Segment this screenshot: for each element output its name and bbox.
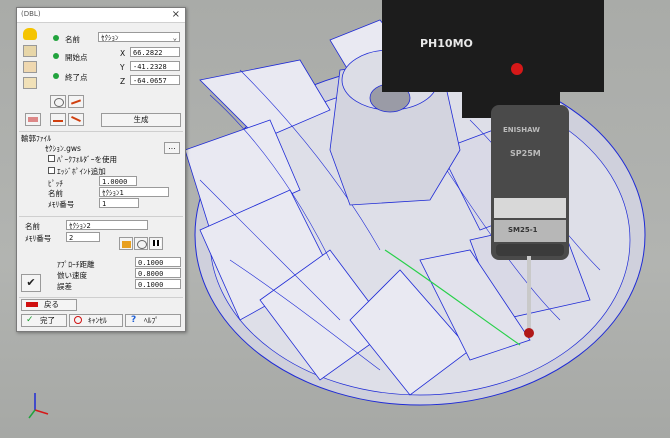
person-icon[interactable] [23,45,37,57]
divider [19,297,183,298]
back-arrow-icon [26,302,38,307]
dialog-title: (DBL) [21,10,41,18]
arc-tool-icon[interactable] [68,113,84,126]
memory-number-field[interactable]: 1 [99,198,139,208]
approach-distance-field[interactable]: 0.1000 [135,257,181,267]
name-status-icon [53,35,59,41]
circle-tool-icon[interactable] [50,95,66,108]
name2-field[interactable]: ｾｸｼｮﾝ2 [66,220,148,230]
generate-button[interactable]: 生成 [101,113,181,127]
probe-head-label: PH10MO [420,37,473,50]
cancel-button[interactable]: ｷｬﾝｾﾙ [69,314,123,327]
section-name-label: 名前 [48,189,63,198]
close-icon[interactable]: × [172,9,180,20]
name-select-value: ｾｸｼｮﾝ [101,34,119,42]
y-label: Y [120,63,125,72]
back-button-label: 戻る [44,300,59,309]
point-icon[interactable] [23,77,37,89]
dialog-titlebar: (DBL) × [17,8,185,23]
memory-number-label: ﾒﾓﾘ番号 [48,200,75,209]
section-dialog: (DBL) × 名前 ｾｸｼｮﾝ ⌄ 開始点 終了点 X 66.2822 Y -… [16,7,186,332]
use-pathfolder-checkbox[interactable] [48,155,55,162]
line-tool-icon[interactable] [68,95,84,108]
z-coordinate-field[interactable]: -64.0657 [130,75,180,85]
x-coordinate-field[interactable]: 66.2822 [130,47,180,57]
hand-icon[interactable] [23,61,37,73]
flag-icon[interactable] [149,237,163,250]
done-check-icon: ✓ [26,315,34,325]
tolerance-field[interactable]: 0.1000 [135,279,181,289]
probe-model-label: SP25M [510,149,541,158]
help-button[interactable]: ? ﾍﾙﾌﾟ [125,314,181,327]
z-label: Z [120,77,126,86]
done-button[interactable]: ✓ 完了 [21,314,67,327]
y-coordinate-field[interactable]: -41.2328 [130,61,180,71]
scan-speed-label: 倣い速度 [57,271,87,280]
done-button-label: 完了 [40,316,55,325]
probe-icon[interactable] [23,28,37,40]
browse-button[interactable]: ... [164,142,180,154]
name-label: 名前 [65,35,80,44]
circle-icon[interactable] [134,237,148,250]
probe-brand-label: ENISHAW [503,126,540,134]
memory2-label: ﾒﾓﾘ番号 [25,234,52,243]
end-point-label: 終了点 [65,73,88,82]
help-icon: ? [131,315,137,325]
section-name-field[interactable]: ｾｸｼｮﾝ1 [99,187,169,197]
name-select[interactable]: ｾｸｼｮﾝ ⌄ [98,32,180,42]
edge-tool-icon[interactable] [50,113,66,126]
divider [19,131,183,132]
chevron-down-icon: ⌄ [172,34,177,42]
cancel-icon [74,316,82,324]
checkmark-icon[interactable]: ✔ [21,274,41,292]
approach-distance-label: ｱﾌﾟﾛｰﾁ距離 [57,260,95,269]
scan-tool-icon[interactable] [25,113,41,126]
name2-label: 名前 [25,222,40,231]
start-status-icon [53,53,59,59]
back-button[interactable]: 戻る [21,299,77,311]
tolerance-label: 誤差 [57,282,72,291]
scan-speed-field[interactable]: 0.8000 [135,268,181,278]
cancel-button-label: ｷｬﾝｾﾙ [88,316,107,325]
x-label: X [120,49,126,58]
end-status-icon [53,73,59,79]
file-name-text: ｾｸｼｮﾝ.gws [45,144,81,153]
use-pathfolder-label: ﾊﾟｰｸﾌｫﾙﾀﾞｰを使用 [57,155,117,164]
memory2-field[interactable]: 2 [66,232,100,242]
divider [19,216,183,217]
start-point-label: 開始点 [65,53,88,62]
probe-folder-icon[interactable] [119,237,133,250]
help-button-label: ﾍﾙﾌﾟ [144,316,159,325]
stylus-module-label: SM25-1 [508,226,538,234]
add-edge-points-checkbox[interactable] [48,167,55,174]
pitch-field[interactable]: 1.0000 [99,176,137,186]
